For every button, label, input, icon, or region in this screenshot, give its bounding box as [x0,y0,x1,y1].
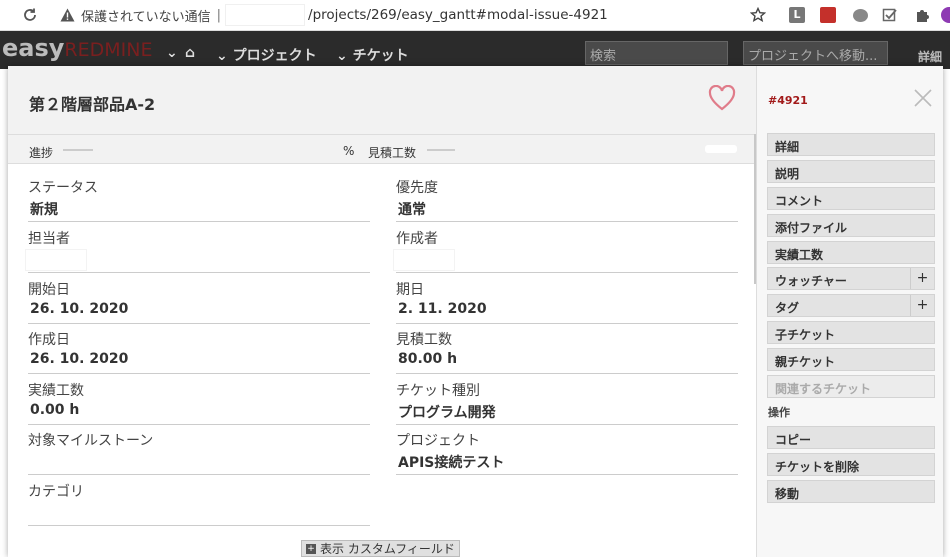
progress-unit: % [343,144,355,158]
plus-icon: + [306,543,316,554]
sidebar-attachments-button[interactable]: 添付ファイル [767,214,935,237]
field-due-date[interactable]: 期日 2. 11. 2020 [396,273,738,324]
app-logo[interactable]: easyREDMINE [2,34,152,62]
field-priority[interactable]: 優先度 通常 [396,171,738,222]
estimate-label: 見積工数 [368,146,417,160]
assignee-redacted [25,249,87,271]
delete-issue-button[interactable]: チケットを削除 [767,453,935,476]
progress-label: 進捗 [29,146,54,160]
copy-button[interactable]: コピー [767,426,935,449]
sidebar-related-button: 関連するチケット [767,375,935,398]
details-link[interactable]: 詳細 [918,48,942,65]
field-status[interactable]: ステータス 新規 [28,171,370,222]
sidebar-details-button[interactable]: 詳細 [767,133,935,156]
progress-row: 進捗 % 見積工数 [8,134,756,164]
sidebar-tags-button[interactable]: タグ + [767,294,935,317]
heart-icon[interactable] [708,84,736,111]
progress-pill [705,145,737,153]
security-status: 保護されていない通信 [81,9,211,25]
issue-main: 進捗 % 見積工数 ステータス 新規 担当者 開始日 26. 10. 2020 … [8,134,756,557]
star-icon[interactable] [748,5,768,25]
add-watcher-plus-icon[interactable]: + [910,268,934,289]
issue-modal: 第２階層部品A-2 進捗 % 見積工数 ステータス 新規 担当者 開始日 26.… [8,66,943,557]
chat-extension-icon[interactable] [850,5,870,25]
puzzle-icon[interactable] [912,5,932,25]
profile-avatar[interactable] [938,5,950,25]
nav-issues[interactable]: ⌄ チケット [336,45,409,65]
modal-sidebar: #4921 詳細 説明 コメント 添付ファイル 実績工数 ウォッチャー + タグ… [756,66,943,557]
sidebar-subtasks-button[interactable]: 子チケット [767,321,935,344]
field-category[interactable]: カテゴリ [28,475,370,526]
sidebar-spent-time-button[interactable]: 実績工数 [767,241,935,264]
move-button[interactable]: 移動 [767,480,935,503]
project-jump-select[interactable]: プロジェクトへ移動... [743,41,888,65]
search-input[interactable]: 検索 [585,41,728,65]
home-icon[interactable]: ⌂ [185,45,195,61]
modal-header: 第２階層部品A-2 [8,66,756,134]
progress-value-line[interactable] [63,149,93,151]
extension-l-icon[interactable]: L [787,5,807,25]
show-custom-fields-button[interactable]: + 表示 カスタムフィールド [301,540,460,557]
add-tag-plus-icon[interactable]: + [910,295,934,316]
field-start-date[interactable]: 開始日 26. 10. 2020 [28,273,370,324]
sidebar-watchers-button[interactable]: ウォッチャー + [767,267,935,290]
field-milestone[interactable]: 対象マイルストーン [28,424,370,475]
url-host-redacted [225,4,306,26]
nav-chevron-icon[interactable]: ⌄ [166,45,178,61]
field-estimated-hours[interactable]: 見積工数 80.00 h [396,323,738,374]
checklist-extension-icon[interactable] [880,5,900,25]
field-spent-time[interactable]: 実績工数 0.00 h [28,374,370,425]
field-project[interactable]: プロジェクト APIS接続テスト [396,424,738,475]
author-redacted [393,249,455,271]
warning-icon[interactable] [59,7,75,23]
close-icon[interactable] [913,88,933,108]
field-assignee[interactable]: 担当者 [25,222,370,273]
reload-icon[interactable] [19,4,41,26]
field-created-on[interactable]: 作成日 26. 10. 2020 [28,323,370,374]
pdf-extension-icon[interactable] [818,5,838,25]
sidebar-description-button[interactable]: 説明 [767,160,935,183]
browser-toolbar: 保護されていない通信 | /projects/269/easy_gantt#mo… [0,0,950,31]
field-author[interactable]: 作成者 [393,222,738,273]
sidebar-parent-button[interactable]: 親チケット [767,348,935,371]
issue-title: 第２階層部品A-2 [29,95,156,114]
issue-id: #4921 [768,94,808,107]
estimate-value-line[interactable] [427,149,455,151]
sidebar-comments-button[interactable]: コメント [767,187,935,210]
url-path[interactable]: /projects/269/easy_gantt#modal-issue-492… [308,7,608,23]
nav-projects[interactable]: ⌄ プロジェクト [216,45,317,65]
actions-heading: 操作 [768,406,790,419]
field-tracker[interactable]: チケット種別 プログラム開発 [396,374,738,425]
url-separator: | [216,7,222,23]
